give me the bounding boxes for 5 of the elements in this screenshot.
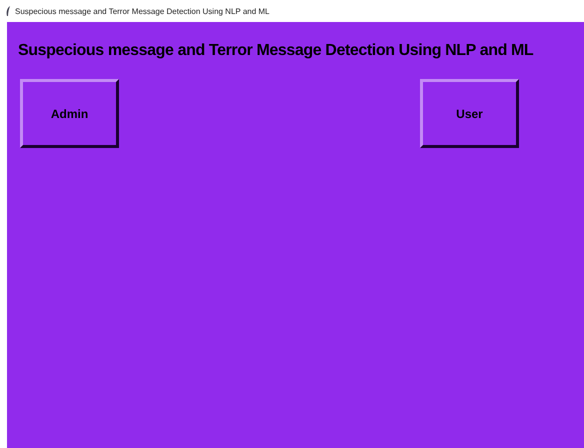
- page-heading: Suspecious message and Terror Message Detection Using NLP and ML: [18, 42, 534, 60]
- feather-icon: [6, 6, 11, 16]
- user-button[interactable]: User: [420, 79, 519, 148]
- admin-button[interactable]: Admin: [20, 79, 119, 148]
- window-title: Suspecious message and Terror Message Detection Using NLP and ML: [15, 6, 270, 16]
